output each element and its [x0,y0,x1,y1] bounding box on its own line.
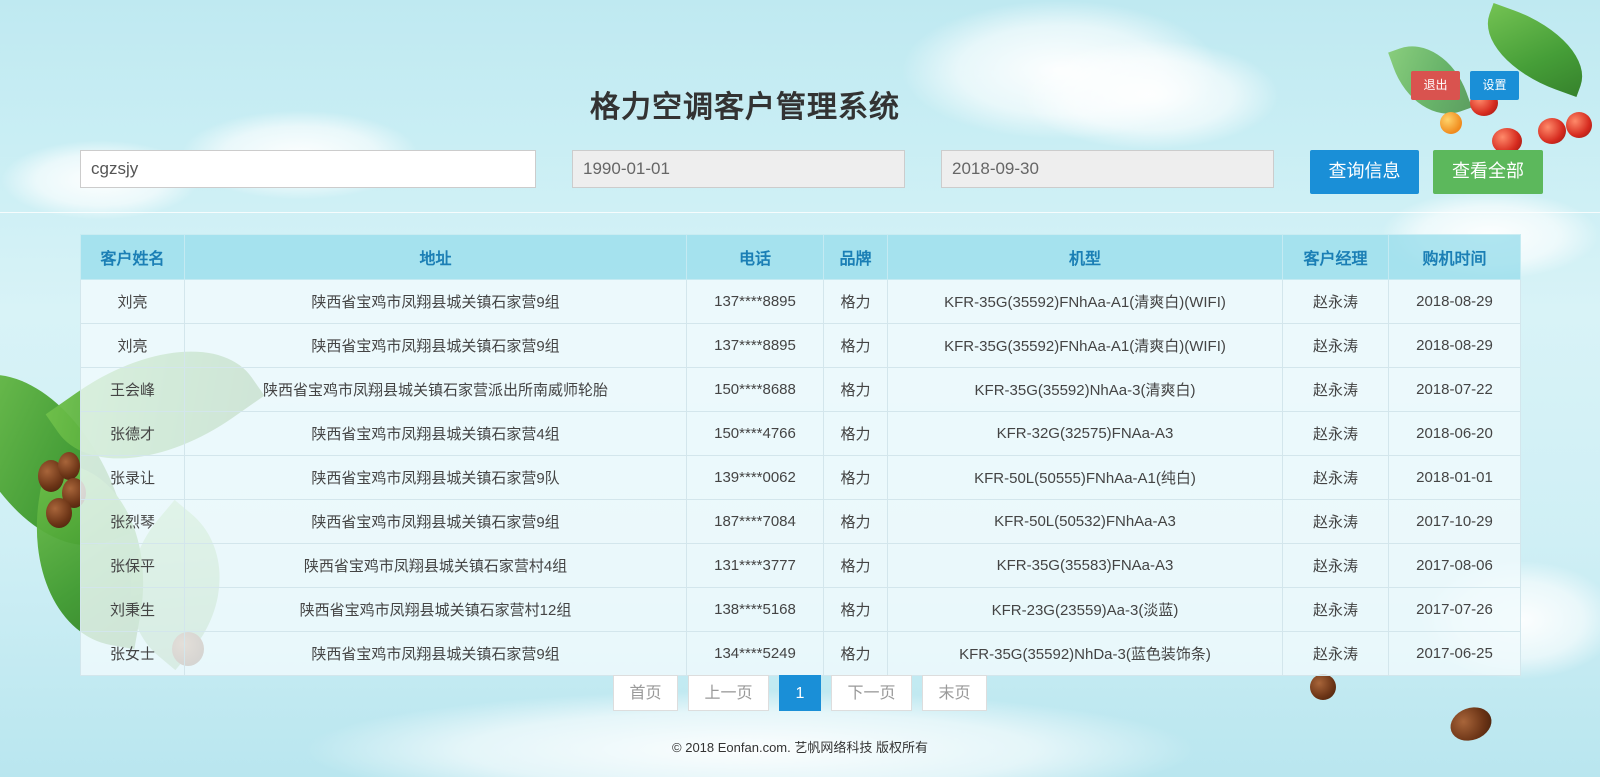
column-header-manager: 客户经理 [1282,234,1389,280]
cell-phone: 139****0062 [686,455,824,500]
cell-model: KFR-35G(35592)NhDa-3(蓝色装饰条) [887,631,1283,676]
table-row[interactable]: 张德才 陕西省宝鸡市凤翔县城关镇石家营4组 150****4766 格力 KFR… [80,411,1521,456]
page-1-button[interactable]: 1 [779,675,821,711]
logout-button[interactable]: 退出 [1411,71,1460,100]
cell-purchase-date: 2018-07-22 [1388,367,1521,412]
cell-brand: 格力 [823,367,888,412]
table-row[interactable]: 刘亮 陕西省宝鸡市凤翔县城关镇石家营9组 137****8895 格力 KFR-… [80,279,1521,324]
cell-name: 张德才 [80,411,185,456]
table-row[interactable]: 刘秉生 陕西省宝鸡市凤翔县城关镇石家营村12组 138****5168 格力 K… [80,587,1521,632]
cell-purchase-date: 2017-06-25 [1388,631,1521,676]
cell-name: 刘亮 [80,323,185,368]
cell-purchase-date: 2017-07-26 [1388,587,1521,632]
cell-purchase-date: 2018-01-01 [1388,455,1521,500]
prev-page-button[interactable]: 上一页 [688,675,769,711]
cell-model: KFR-23G(23559)Aa-3(淡蓝) [887,587,1283,632]
footer-copyright: © 2018 Eonfan.com. 艺帆网络科技 版权所有 [672,740,928,755]
cell-manager: 赵永涛 [1282,279,1389,324]
page-title: 格力空调客户管理系统 [590,90,900,126]
cell-manager: 赵永涛 [1282,367,1389,412]
cell-name: 刘秉生 [80,587,185,632]
cell-model: KFR-35G(35592)FNhAa-A1(清爽白)(WIFI) [887,279,1283,324]
pagination: 首页 上一页 1 下一页 末页 [0,675,1600,711]
cell-phone: 187****7084 [686,499,824,544]
cell-address: 陕西省宝鸡市凤翔县城关镇石家营9组 [184,323,687,368]
cell-brand: 格力 [823,631,888,676]
cell-brand: 格力 [823,323,888,368]
cell-brand: 格力 [823,455,888,500]
start-date-input[interactable] [572,150,905,188]
cell-purchase-date: 2018-08-29 [1388,279,1521,324]
cell-name: 张女士 [80,631,185,676]
last-page-button[interactable]: 末页 [922,675,987,711]
keyword-input[interactable] [80,150,536,188]
view-all-button[interactable]: 查看全部 [1433,150,1543,194]
cell-name: 张保平 [80,543,185,588]
cell-address: 陕西省宝鸡市凤翔县城关镇石家营4组 [184,411,687,456]
cell-phone: 137****8895 [686,279,824,324]
query-button[interactable]: 查询信息 [1310,150,1419,194]
cell-brand: 格力 [823,499,888,544]
cell-purchase-date: 2018-06-20 [1388,411,1521,456]
column-header-model: 机型 [887,234,1283,280]
cell-address: 陕西省宝鸡市凤翔县城关镇石家营村12组 [184,587,687,632]
cell-phone: 150****8688 [686,367,824,412]
cell-name: 张烈琴 [80,499,185,544]
column-header-name: 客户姓名 [80,234,185,280]
cell-phone: 134****5249 [686,631,824,676]
table-header-row: 客户姓名 地址 电话 品牌 机型 客户经理 购机时间 [80,234,1521,280]
column-header-address: 地址 [184,234,687,280]
first-page-button[interactable]: 首页 [613,675,678,711]
next-page-button[interactable]: 下一页 [831,675,912,711]
table-row[interactable]: 王会峰 陕西省宝鸡市凤翔县城关镇石家营派出所南威师轮胎 150****8688 … [80,367,1521,412]
cell-purchase-date: 2018-08-29 [1388,323,1521,368]
cell-manager: 赵永涛 [1282,323,1389,368]
divider [0,212,1600,213]
cell-phone: 137****8895 [686,323,824,368]
cell-model: KFR-32G(32575)FNAa-A3 [887,411,1283,456]
column-header-brand: 品牌 [823,234,888,280]
cell-phone: 131****3777 [686,543,824,588]
cell-name: 张录让 [80,455,185,500]
cell-model: KFR-50L(50555)FNhAa-A1(纯白) [887,455,1283,500]
cell-model: KFR-35G(35592)FNhAa-A1(清爽白)(WIFI) [887,323,1283,368]
cell-brand: 格力 [823,543,888,588]
table-row[interactable]: 张女士 陕西省宝鸡市凤翔县城关镇石家营9组 134****5249 格力 KFR… [80,631,1521,676]
cell-address: 陕西省宝鸡市凤翔县城关镇石家营9组 [184,279,687,324]
cell-brand: 格力 [823,411,888,456]
cell-address: 陕西省宝鸡市凤翔县城关镇石家营9组 [184,631,687,676]
cell-manager: 赵永涛 [1282,499,1389,544]
cell-address: 陕西省宝鸡市凤翔县城关镇石家营9组 [184,499,687,544]
cell-name: 刘亮 [80,279,185,324]
cell-manager: 赵永涛 [1282,543,1389,588]
column-header-phone: 电话 [686,234,824,280]
cell-purchase-date: 2017-08-06 [1388,543,1521,588]
end-date-input[interactable] [941,150,1274,188]
cell-address: 陕西省宝鸡市凤翔县城关镇石家营派出所南威师轮胎 [184,367,687,412]
cell-phone: 138****5168 [686,587,824,632]
cell-model: KFR-50L(50532)FNhAa-A3 [887,499,1283,544]
settings-button[interactable]: 设置 [1470,71,1519,100]
cell-brand: 格力 [823,279,888,324]
table-row[interactable]: 张录让 陕西省宝鸡市凤翔县城关镇石家营9队 139****0062 格力 KFR… [80,455,1521,500]
cell-name: 王会峰 [80,367,185,412]
cell-manager: 赵永涛 [1282,587,1389,632]
column-header-purchase-date: 购机时间 [1388,234,1521,280]
cell-address: 陕西省宝鸡市凤翔县城关镇石家营村4组 [184,543,687,588]
table-row[interactable]: 张保平 陕西省宝鸡市凤翔县城关镇石家营村4组 131****3777 格力 KF… [80,543,1521,588]
cell-manager: 赵永涛 [1282,455,1389,500]
cell-model: KFR-35G(35583)FNAa-A3 [887,543,1283,588]
cell-phone: 150****4766 [686,411,824,456]
table-row[interactable]: 张烈琴 陕西省宝鸡市凤翔县城关镇石家营9组 187****7084 格力 KFR… [80,499,1521,544]
customer-table: 客户姓名 地址 电话 品牌 机型 客户经理 购机时间 刘亮 陕西省宝鸡市凤翔县城… [80,234,1521,676]
cell-brand: 格力 [823,587,888,632]
cell-manager: 赵永涛 [1282,411,1389,456]
table-row[interactable]: 刘亮 陕西省宝鸡市凤翔县城关镇石家营9组 137****8895 格力 KFR-… [80,323,1521,368]
table-body: 刘亮 陕西省宝鸡市凤翔县城关镇石家营9组 137****8895 格力 KFR-… [80,279,1521,676]
cell-manager: 赵永涛 [1282,631,1389,676]
cell-purchase-date: 2017-10-29 [1388,499,1521,544]
cell-model: KFR-35G(35592)NhAa-3(清爽白) [887,367,1283,412]
cell-address: 陕西省宝鸡市凤翔县城关镇石家营9队 [184,455,687,500]
